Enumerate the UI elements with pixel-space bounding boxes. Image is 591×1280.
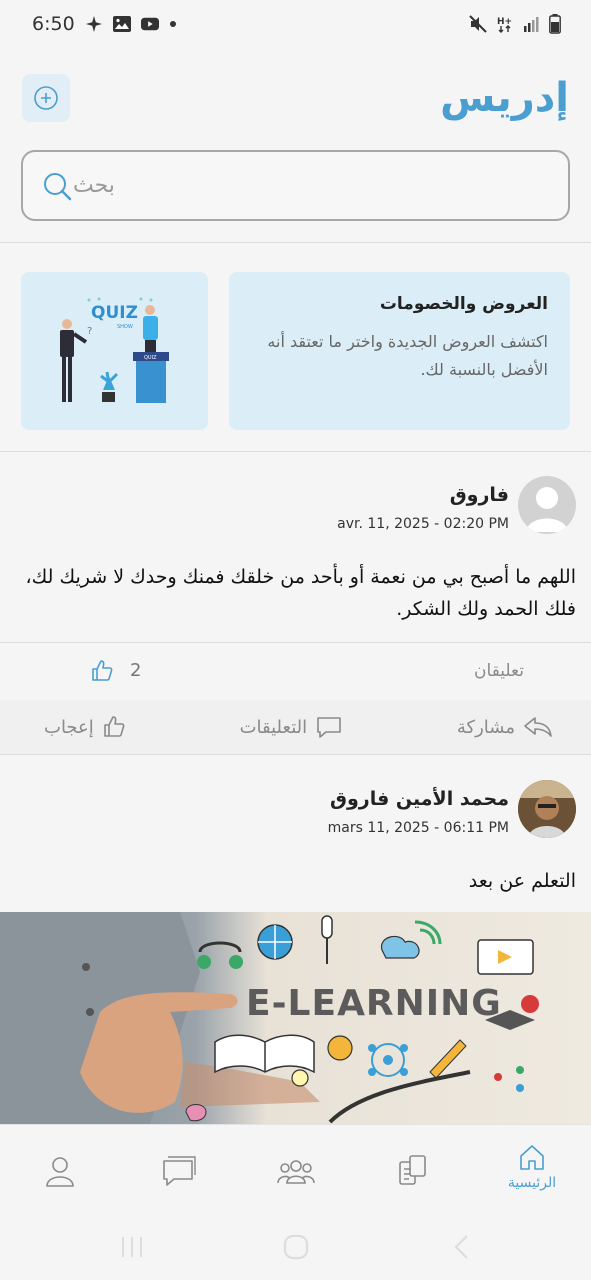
groups-icon: [277, 1160, 315, 1184]
quiz-label: QUIZ: [91, 303, 138, 323]
documents-icon: [399, 1155, 426, 1185]
search-input[interactable]: بحث: [73, 173, 115, 198]
promo-card[interactable]: العروض والخصومات اكتشف العروض الجديدة وا…: [229, 272, 570, 430]
nav-chat[interactable]: [158, 1155, 198, 1187]
svg-text:H+: H+: [497, 17, 512, 27]
post-image[interactable]: E-LEARNING: [0, 912, 591, 1124]
divider: [0, 451, 591, 452]
plus-circle-icon: [34, 86, 58, 110]
avatar[interactable]: [518, 780, 576, 838]
quiz-sub: SHOW: [117, 324, 133, 330]
nav-groups[interactable]: [276, 1157, 316, 1185]
elearning-image: E-LEARNING: [0, 912, 591, 1124]
comments-label: التعليقات: [239, 716, 308, 738]
youtube-icon: [140, 17, 159, 31]
home-button-icon[interactable]: [283, 1234, 309, 1260]
post-author[interactable]: فاروق: [450, 484, 509, 506]
mute-icon: [469, 15, 487, 33]
bottom-navigation: الرئيسية: [0, 1124, 591, 1220]
search-icon: [44, 172, 72, 200]
battery-icon: [549, 14, 561, 34]
recent-apps-icon[interactable]: [120, 1235, 144, 1259]
nav-documents[interactable]: [394, 1153, 434, 1187]
comment-icon: [317, 717, 341, 738]
user-photo: [518, 780, 576, 838]
thumbs-up-icon: [103, 716, 125, 737]
divider: [0, 754, 591, 755]
divider: [0, 242, 591, 243]
signal-icon: [524, 17, 539, 32]
likes-count[interactable]: 2: [130, 660, 141, 681]
home-icon: [520, 1145, 544, 1170]
svg-text:?: ?: [87, 326, 92, 337]
status-time: 6:50: [32, 13, 75, 35]
svg-text:QUIZ: QUIZ: [144, 355, 157, 361]
image-icon: [112, 16, 131, 32]
profile-icon: [46, 1157, 74, 1187]
nav-profile[interactable]: [42, 1155, 78, 1187]
post-text: التعلم عن بعد: [468, 870, 576, 892]
nav-home-label: الرئيسية: [507, 1175, 557, 1191]
post-text: اللهم ما أصبح بي من نعمة أو بأحد من خلقك…: [25, 566, 576, 620]
post-author[interactable]: محمد الأمين فاروق: [330, 788, 509, 810]
app-header: إدريس: [0, 70, 591, 126]
post-actions: إعجاب التعليقات مشاركة: [0, 700, 591, 754]
thumbs-up-icon: [92, 660, 113, 681]
dot-icon: [169, 21, 176, 27]
share-icon: [524, 717, 552, 737]
avatar[interactable]: [518, 476, 576, 534]
page-title: إدريس: [440, 75, 569, 121]
nav-home[interactable]: الرئيسية: [503, 1143, 561, 1191]
share-label: مشاركة: [456, 716, 515, 738]
status-bar: 6:50 H+: [0, 0, 591, 48]
post-date: avr. 11, 2025 - 02:20 PM: [337, 516, 509, 532]
add-button[interactable]: [22, 74, 70, 122]
comments-count[interactable]: تعليقان: [474, 661, 524, 681]
image-title: E-LEARNING: [246, 983, 502, 1024]
system-navigation: [0, 1220, 591, 1280]
quiz-illustration: QUIZ SHOW ? QUIZ: [60, 297, 169, 403]
promo-text: اكتشف العروض الجديدة واختر ما تعتقد أنه …: [267, 332, 548, 379]
like-button[interactable]: إعجاب: [44, 715, 126, 739]
post-header: محمد الأمين فاروق mars 11, 2025 - 06:11 …: [0, 780, 591, 840]
post-header: فاروق avr. 11, 2025 - 02:20 PM: [0, 476, 591, 536]
post-stats: تعليقان 2: [0, 643, 591, 700]
comments-button[interactable]: التعليقات: [240, 715, 344, 739]
post-date: mars 11, 2025 - 06:11 PM: [327, 820, 509, 836]
chat-icon: [163, 1156, 196, 1186]
network-icon: H+: [497, 17, 512, 33]
share-button[interactable]: مشاركة: [457, 715, 553, 739]
like-label: إعجاب: [44, 716, 94, 738]
promo-title: العروض والخصومات: [379, 294, 548, 314]
default-avatar-icon: [526, 487, 568, 532]
quiz-banner[interactable]: QUIZ SHOW ? QUIZ: [21, 272, 208, 430]
search-field[interactable]: بحث: [21, 150, 570, 221]
back-icon[interactable]: [452, 1234, 470, 1260]
sparkle-icon: [85, 16, 102, 32]
